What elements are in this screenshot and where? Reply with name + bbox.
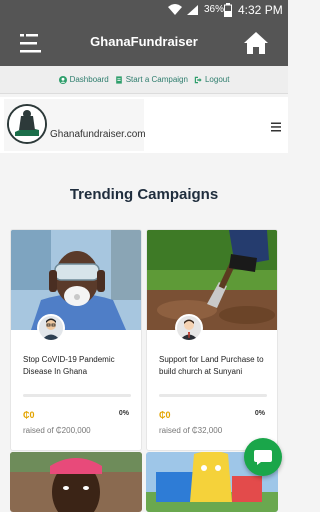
logout-icon [194, 76, 202, 83]
status-bar: 36% 4:32 PM [0, 0, 288, 20]
campaign-image [11, 230, 141, 330]
avatar [175, 314, 203, 342]
section-title: Trending Campaigns [69, 186, 219, 203]
site-header: Ghanafundraiser.com [0, 97, 288, 153]
dashboard-link[interactable]: Dashboard [58, 75, 109, 84]
top-links-bar: Dashboard Start a Campaign Logout [0, 66, 288, 94]
logo-emblem [7, 104, 47, 144]
campaign-title[interactable]: Stop CoVID-19 Pandemic Disease In Ghana [23, 354, 135, 378]
progress-bar [159, 394, 267, 397]
home-button[interactable] [242, 30, 270, 56]
percent-funded: 0% [118, 410, 129, 417]
logout-link-label: Logout [204, 75, 230, 84]
campaign-image [147, 230, 277, 330]
document-icon [115, 75, 122, 84]
campaign-title[interactable]: Support for Land Purchase to build churc… [159, 354, 271, 378]
amount-raised: ₵0 [159, 410, 171, 420]
percent-funded: 0% [254, 410, 265, 417]
goal-text: raised of ₵32,000 [159, 426, 223, 435]
chat-icon [254, 450, 272, 465]
campaign-card[interactable]: Stop CoVID-19 Pandemic Disease In Ghana … [10, 229, 142, 451]
home-icon [244, 32, 268, 54]
battery-percent: 36% [204, 4, 225, 15]
dashboard-link-label: Dashboard [69, 75, 109, 84]
logout-link[interactable]: Logout [194, 75, 229, 84]
hamburger-icon [271, 122, 281, 132]
signal-icon [187, 5, 198, 15]
wifi-icon [168, 4, 182, 15]
start-campaign-link-label: Start a Campaign [125, 75, 188, 84]
campaign-image [10, 452, 142, 512]
start-campaign-link[interactable]: Start a Campaign [115, 75, 188, 84]
chat-button[interactable] [244, 438, 282, 476]
app-bar: GhanaFundraiser [0, 20, 288, 66]
campaign-card[interactable]: Support for Land Purchase to build churc… [146, 229, 278, 451]
campaign-card-partial[interactable] [10, 452, 142, 512]
progress-bar [23, 394, 131, 397]
clock: 4:32 PM [238, 3, 283, 17]
goal-text: raised of ₵200,000 [23, 426, 91, 435]
user-icon [58, 75, 67, 84]
logo-text: Ghanafundraiser.com [50, 129, 146, 140]
site-menu-button[interactable] [270, 120, 282, 132]
battery-icon [224, 3, 232, 17]
avatar [37, 314, 65, 342]
amount-raised: ₵0 [23, 410, 35, 420]
site-logo[interactable]: Ghanafundraiser.com [4, 99, 146, 151]
